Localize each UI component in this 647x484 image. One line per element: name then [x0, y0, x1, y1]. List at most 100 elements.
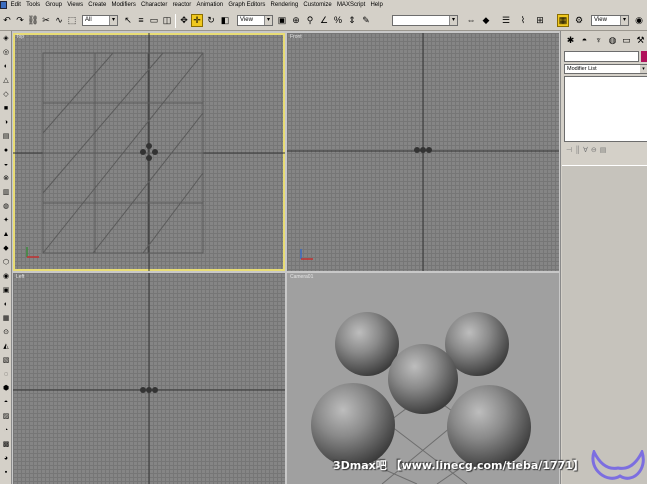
remove-modifier-icon[interactable]: ⊖ [591, 146, 597, 154]
make-unique-icon[interactable]: ∀ [583, 146, 588, 154]
tool-icon[interactable]: ▧ [1, 355, 11, 366]
motion-tab-icon[interactable]: ◍ [606, 34, 619, 47]
tool-icon[interactable]: ◎ [1, 47, 11, 58]
menu-graph-editors[interactable]: Graph Editors [226, 0, 268, 11]
utilities-tab-icon[interactable]: ⚒ [634, 34, 647, 47]
object-name-field[interactable] [564, 51, 639, 62]
named-selection-dropdown[interactable]: ▾ [392, 15, 458, 26]
tool-icon[interactable]: ◐ [1, 299, 11, 310]
tool-icon[interactable]: ● [1, 145, 11, 156]
tool-icon[interactable]: ◉ [1, 271, 11, 282]
bind-space-warp-icon[interactable]: ∿ [53, 14, 65, 27]
select-by-region-icon[interactable]: ⬚ [66, 14, 78, 27]
render-view-dropdown[interactable]: View ▾ [591, 15, 629, 26]
viewport-front[interactable]: Front [287, 33, 559, 271]
reference-coord-dropdown[interactable]: View ▾ [237, 15, 273, 26]
modifier-stack[interactable] [564, 76, 647, 142]
menu-modifiers[interactable]: Modifiers [109, 0, 139, 11]
sphere[interactable] [335, 312, 399, 376]
select-link-icon[interactable]: ✥ [178, 14, 190, 27]
window-crossing-icon[interactable]: ◫ [161, 14, 173, 27]
tool-icon[interactable]: ⊗ [1, 173, 11, 184]
viewport-left[interactable]: Left [13, 273, 285, 484]
schematic-view-icon[interactable]: ⊞ [534, 14, 546, 27]
mirror-icon[interactable]: ⇔ [465, 14, 477, 27]
redo-icon[interactable]: ↷ [14, 14, 26, 27]
menu-rendering[interactable]: Rendering [268, 0, 301, 11]
pivot-icon[interactable]: ▣ [276, 14, 288, 27]
tool-icon[interactable]: ◌ [1, 369, 11, 380]
create-tab-icon[interactable]: ✱ [564, 34, 577, 47]
sphere[interactable] [311, 383, 395, 467]
app-system-menu-icon[interactable] [0, 1, 7, 9]
tool-icon[interactable]: ◆ [1, 243, 11, 254]
tool-icon[interactable]: ◍ [1, 201, 11, 212]
tool-icon[interactable]: ⊙ [1, 327, 11, 338]
selection-filter-dropdown[interactable]: All ▾ [82, 15, 118, 26]
display-tab-icon[interactable]: ▭ [620, 34, 633, 47]
region-select-icon[interactable]: ▭ [148, 14, 160, 27]
object-color-swatch[interactable] [641, 51, 647, 62]
menu-maxscript[interactable]: MAXScript [334, 0, 368, 11]
select-icon[interactable]: ↖ [122, 14, 134, 27]
viewport-camera[interactable]: Camera01 [287, 273, 559, 484]
curve-editor-icon[interactable]: ⌇ [517, 14, 529, 27]
tool-icon[interactable]: ◔ [1, 425, 11, 436]
tool-icon[interactable]: ◐ [1, 61, 11, 72]
tool-icon[interactable]: ▦ [1, 313, 11, 324]
tool-icon[interactable]: △ [1, 75, 11, 86]
tool-icon[interactable]: ▣ [1, 285, 11, 296]
align-icon[interactable]: ◆ [480, 14, 492, 27]
menu-customize[interactable]: Customize [301, 0, 335, 11]
percent-snap-icon[interactable]: % [332, 14, 344, 27]
manipulate-icon[interactable]: ⊕ [290, 14, 302, 27]
layer-manager-icon[interactable]: ☰ [500, 14, 512, 27]
link-icon[interactable]: ⛓ [27, 14, 39, 27]
tool-icon[interactable]: ▲ [1, 229, 11, 240]
menu-create[interactable]: Create [86, 0, 109, 11]
select-by-name-icon[interactable]: ≡ [135, 14, 147, 27]
spinner-snap-icon[interactable]: ⇕ [346, 14, 358, 27]
pin-stack-icon[interactable]: ⊣ [566, 146, 572, 154]
menu-animation[interactable]: Animation [194, 0, 226, 11]
tool-icon[interactable]: ▨ [1, 411, 11, 422]
tool-icon[interactable]: ◓ [1, 397, 11, 408]
menu-tools[interactable]: Tools [24, 0, 43, 11]
tool-icon[interactable]: ⬢ [1, 383, 11, 394]
edit-named-selection-icon[interactable]: ✎ [360, 14, 372, 27]
material-editor-icon[interactable]: ▦ [557, 14, 569, 27]
render-setup-icon[interactable]: ⚙ [573, 14, 585, 27]
tool-icon[interactable]: ▪ [1, 467, 11, 478]
select-scale-icon[interactable]: ◧ [219, 14, 231, 27]
menu-reactor[interactable]: reactor [170, 0, 194, 11]
tool-icon[interactable]: ◕ [1, 453, 11, 464]
tool-icon[interactable]: ◑ [1, 117, 11, 128]
menu-help[interactable]: Help [368, 0, 386, 11]
quick-render-icon[interactable]: ◉ [633, 14, 645, 27]
tool-icon[interactable]: ◇ [1, 89, 11, 100]
tool-icon[interactable]: ▩ [1, 439, 11, 450]
modify-tab-icon[interactable]: ◓ [578, 34, 591, 47]
menu-views[interactable]: Views [65, 0, 86, 11]
show-end-result-icon[interactable]: ║ [575, 147, 580, 154]
hierarchy-tab-icon[interactable]: ♆ [592, 34, 605, 47]
menu-edit[interactable]: Edit [8, 0, 24, 11]
tool-icon[interactable]: ⬡ [1, 257, 11, 268]
angle-snap-icon[interactable]: ∠ [318, 14, 330, 27]
select-rotate-icon[interactable]: ↻ [205, 14, 217, 27]
unlink-icon[interactable]: ✂ [40, 14, 52, 27]
tool-icon[interactable]: ◈ [1, 33, 11, 44]
configure-modifier-sets-icon[interactable]: ▤ [600, 146, 607, 154]
modifier-list-dropdown[interactable]: Modifier List ▾ [564, 64, 647, 74]
tool-icon[interactable]: ◭ [1, 341, 11, 352]
tool-icon[interactable]: ◒ [1, 159, 11, 170]
viewport-top[interactable]: Top [13, 33, 285, 271]
sphere[interactable] [388, 344, 458, 414]
snaps-toggle-icon[interactable]: ⚲ [304, 14, 316, 27]
tool-icon[interactable]: ▤ [1, 131, 11, 142]
undo-icon[interactable]: ↶ [1, 14, 13, 27]
menu-group[interactable]: Group [43, 0, 65, 11]
select-move-icon[interactable]: ✛ [191, 14, 203, 27]
tool-icon[interactable]: ▥ [1, 187, 11, 198]
tool-icon[interactable]: ■ [1, 103, 11, 114]
